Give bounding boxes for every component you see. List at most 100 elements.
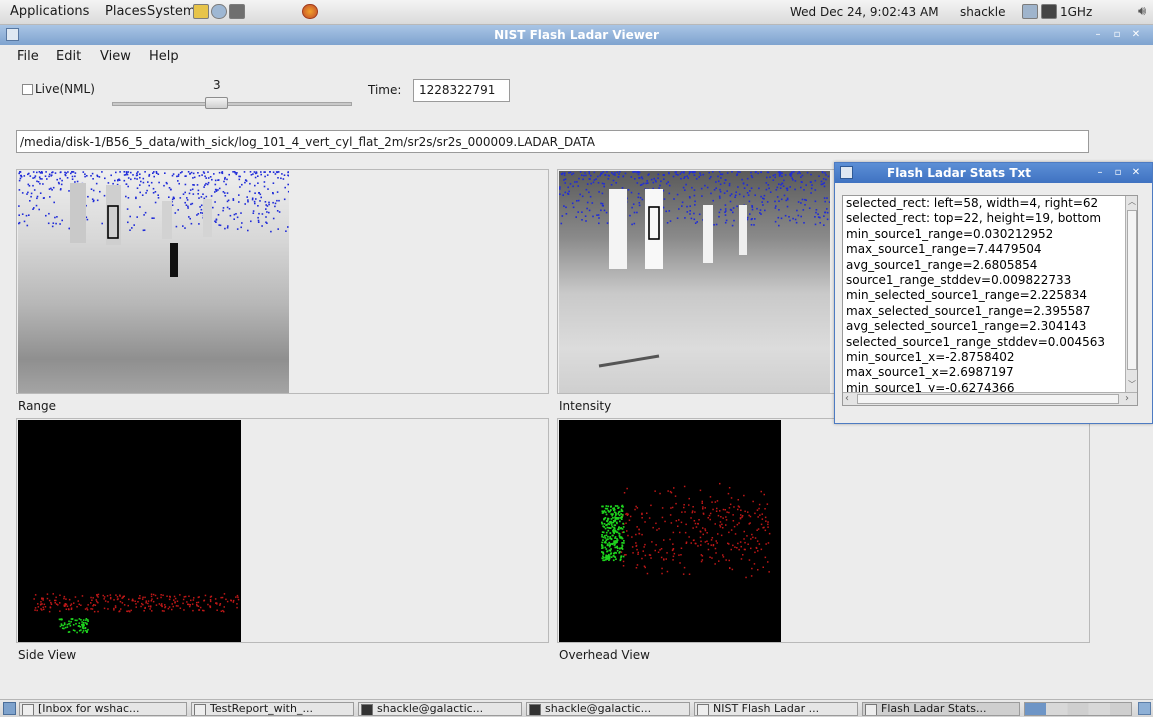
- point: [689, 213, 691, 215]
- stats-vscroll-thumb[interactable]: [1127, 210, 1137, 370]
- intensity-image[interactable]: [559, 171, 830, 393]
- applications-menu[interactable]: Applications: [10, 4, 89, 19]
- menu-view[interactable]: View: [100, 49, 131, 64]
- point: [737, 186, 739, 188]
- taskbar-item-testreport[interactable]: TestReport_with_...: [191, 702, 354, 716]
- taskbar-item-terminal-2[interactable]: shackle@galactic...: [526, 702, 690, 716]
- stats-titlebar[interactable]: Flash Ladar Stats Txt – ▫ ✕: [835, 163, 1152, 183]
- point: [240, 212, 242, 214]
- show-desktop-icon[interactable]: [3, 702, 16, 715]
- minimize-button[interactable]: –: [1091, 28, 1105, 42]
- point: [704, 529, 707, 532]
- maximize-button[interactable]: ▫: [1110, 28, 1124, 42]
- point: [628, 519, 631, 521]
- menu-edit[interactable]: Edit: [56, 49, 81, 64]
- point: [61, 219, 63, 222]
- firefox-icon[interactable]: [302, 4, 318, 19]
- point: [621, 513, 624, 516]
- point: [758, 507, 760, 510]
- point: [64, 623, 66, 626]
- point: [130, 178, 132, 181]
- home-folder-icon[interactable]: [193, 4, 209, 19]
- stats-maximize-button[interactable]: ▫: [1111, 166, 1125, 180]
- point: [19, 171, 22, 173]
- point: [668, 184, 671, 187]
- point: [197, 605, 200, 607]
- point: [42, 183, 44, 185]
- point: [718, 215, 720, 218]
- point: [826, 211, 829, 214]
- frame-slider-track[interactable]: [112, 102, 352, 106]
- file-path-field[interactable]: /media/disk-1/B56_5_data/with_sick/log_1…: [16, 130, 1089, 153]
- point: [781, 172, 783, 174]
- scroll-left-arrow[interactable]: ‹: [845, 393, 855, 405]
- stats-vscrollbar[interactable]: ︿ ﹀: [1125, 196, 1137, 392]
- stats-close-button[interactable]: ✕: [1129, 166, 1143, 180]
- stat-line: source1_range_stddev=0.009822733: [846, 273, 1072, 288]
- point: [59, 594, 61, 596]
- point: [123, 595, 125, 597]
- frame-slider-thumb[interactable]: [205, 97, 228, 109]
- point: [618, 533, 621, 535]
- workspace-switcher[interactable]: [1024, 702, 1132, 716]
- menu-help[interactable]: Help: [149, 49, 179, 64]
- cpu-monitor-icon[interactable]: [1041, 4, 1057, 19]
- point: [215, 602, 217, 604]
- taskbar-item-ladar-viewer[interactable]: NIST Flash Ladar ...: [694, 702, 858, 716]
- main-titlebar[interactable]: NIST Flash Ladar Viewer – ▫ ✕: [0, 25, 1153, 45]
- scroll-down-arrow[interactable]: ﹀: [1127, 380, 1137, 390]
- point: [198, 197, 200, 199]
- user-menu[interactable]: shackle: [960, 5, 1005, 19]
- live-nml-checkbox[interactable]: [22, 84, 33, 95]
- point: [191, 603, 194, 605]
- network-icon[interactable]: [1022, 4, 1038, 19]
- point: [109, 597, 112, 600]
- point: [171, 174, 174, 177]
- point: [675, 520, 678, 522]
- point: [715, 187, 717, 189]
- point: [127, 177, 130, 179]
- taskbar-item-inbox[interactable]: [Inbox for wshac...: [19, 702, 187, 716]
- point: [251, 198, 254, 201]
- close-button[interactable]: ✕: [1129, 28, 1143, 42]
- places-menu[interactable]: Places: [105, 4, 146, 19]
- terminal-icon[interactable]: [229, 4, 245, 19]
- scroll-right-arrow[interactable]: ›: [1125, 393, 1135, 405]
- point: [268, 211, 270, 214]
- point: [800, 215, 802, 218]
- stats-hscrollbar[interactable]: ‹ ›: [843, 392, 1137, 405]
- clock[interactable]: Wed Dec 24, 9:02:43 AM: [790, 5, 939, 19]
- point: [287, 174, 289, 177]
- trash-icon[interactable]: [1138, 702, 1151, 715]
- stats-hscroll-thumb[interactable]: [857, 394, 1119, 404]
- point: [719, 173, 722, 175]
- point: [754, 194, 756, 196]
- intensity-cylinder: [645, 189, 663, 269]
- range-cylinder: [203, 199, 212, 237]
- overhead-view-image[interactable]: [559, 420, 781, 642]
- menu-file[interactable]: File: [17, 49, 39, 64]
- taskbar-item-terminal-1[interactable]: shackle@galactic...: [358, 702, 522, 716]
- range-image[interactable]: [18, 171, 289, 393]
- point: [636, 548, 638, 551]
- point: [96, 594, 98, 596]
- system-menu[interactable]: System: [147, 4, 195, 19]
- point: [221, 171, 223, 174]
- point: [214, 191, 216, 193]
- point: [621, 528, 624, 530]
- scroll-up-arrow[interactable]: ︿: [1127, 197, 1137, 207]
- side-view-image[interactable]: [18, 420, 241, 642]
- time-field[interactable]: 1228322791: [413, 79, 510, 102]
- stats-minimize-button[interactable]: –: [1093, 166, 1107, 180]
- volume-icon[interactable]: 🔊︎: [1138, 4, 1146, 19]
- stats-text-area[interactable]: selected_rect: left=58, width=4, right=6…: [842, 195, 1138, 406]
- point: [209, 176, 212, 178]
- point: [794, 218, 797, 221]
- stats-app-icon[interactable]: [840, 166, 853, 179]
- point: [104, 177, 106, 180]
- point: [691, 186, 693, 189]
- point: [704, 528, 706, 530]
- taskbar-item-ladar-stats[interactable]: Flash Ladar Stats...: [862, 702, 1020, 716]
- help-icon[interactable]: [211, 4, 227, 19]
- point: [699, 174, 702, 176]
